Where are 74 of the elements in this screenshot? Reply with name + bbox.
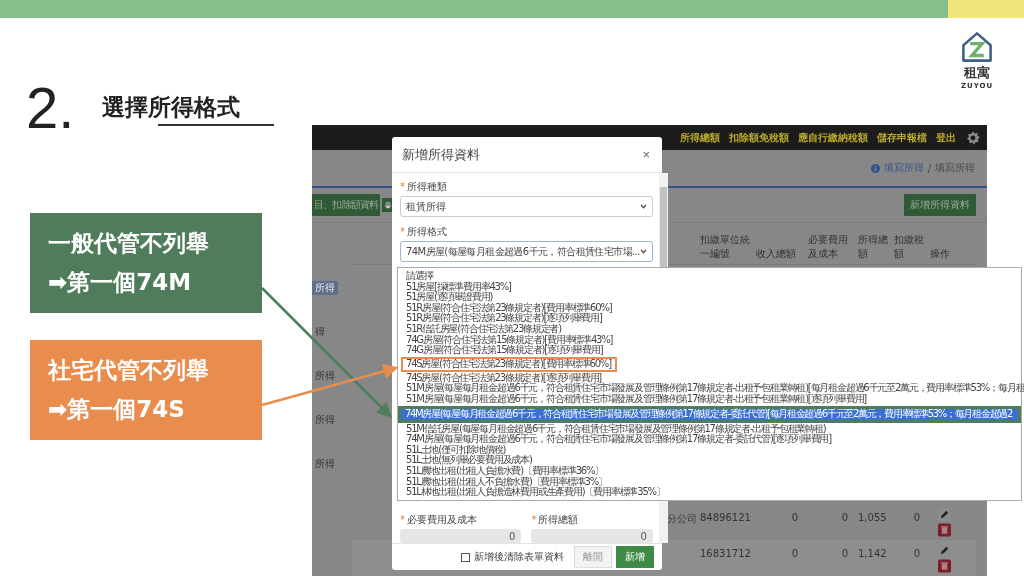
field-label: 所得格式 — [407, 226, 447, 238]
dropdown-option[interactable]: 51L林地出租(出租人負擔造林費用或生產費用)〔費用率標準35%〕 — [398, 487, 665, 498]
dropdown-option[interactable]: 74G房屋(符合住宅法第15條規定者)[逐項列舉費用] — [398, 345, 603, 356]
callout-title: 社宅代管不列舉 — [48, 356, 210, 385]
nav-link[interactable]: 登出 — [936, 130, 956, 145]
settings-icon[interactable] — [965, 129, 981, 146]
table-cell: 0 — [841, 548, 848, 559]
dropdown-option[interactable]: 請選擇 — [398, 271, 433, 282]
dropdown-option[interactable]: 51L農地出租(出租人負擔水費)〔費用率標準36%〕 — [398, 465, 604, 477]
slide-heading: 選擇所得格式 — [102, 93, 240, 122]
house-icon — [960, 30, 994, 64]
add-button[interactable]: 新增 — [616, 546, 654, 568]
dropdown-option[interactable]: 51L土地(無列舉必要費用及成本) — [398, 455, 532, 466]
info-icon — [870, 163, 880, 173]
table-cell: 0 — [791, 512, 798, 523]
dialog-title: 新增所得資料 — [402, 145, 480, 164]
chevron-down-icon — [639, 204, 647, 209]
required-mark: * — [400, 514, 405, 526]
logo-text: 租寓 — [964, 64, 990, 82]
table-cell: 0 — [913, 512, 920, 523]
table-cell: 分公司 — [667, 513, 697, 524]
column-header: 操作 — [930, 247, 951, 261]
dropdown-option[interactable]: 51R信託房屋(符合住宅法第23條規定者) — [398, 323, 561, 335]
dropdown-option[interactable]: 51房屋(逐項舉證費用) — [398, 292, 493, 303]
field-label: 必要費用及成本 — [407, 514, 477, 526]
callout-target: ➡第一個74S — [48, 395, 186, 424]
total-field[interactable]: 0 — [531, 529, 653, 543]
column-header: 所得總額 — [858, 233, 889, 261]
callout-title: 一般代管不列舉 — [48, 229, 210, 258]
checkbox-label: 新增後清除表單資料 — [474, 550, 564, 564]
column-header: 扣繳稅額 — [894, 233, 925, 261]
field-label: 所得種類 — [407, 181, 447, 193]
nav-link[interactable]: 應自行繳納稅額 — [798, 130, 868, 145]
edit-icon[interactable] — [938, 508, 951, 521]
sidebar-item[interactable]: 所得 — [312, 457, 338, 471]
callout-target: ➡第一個74M — [48, 268, 193, 297]
sidebar-item[interactable]: 所得 — [312, 369, 338, 383]
nav-link[interactable]: 儲存申報檔 — [877, 130, 927, 145]
nav-link[interactable]: 所得總額 — [680, 130, 720, 145]
sidebar-item[interactable]: 所得 — [312, 281, 338, 295]
table-cell: 0 — [791, 548, 798, 559]
income-type-select[interactable]: 租賃所得 — [400, 196, 653, 217]
step-number: 2. — [26, 74, 75, 141]
checkbox[interactable] — [461, 552, 470, 562]
chevron-down-icon — [639, 249, 647, 254]
table-cell: 1,055 — [858, 512, 887, 523]
close-button[interactable]: × — [640, 147, 652, 162]
dropdown-option[interactable]: 51R房屋(符合住宅法第23條規定者)[逐項列舉費用] — [398, 313, 602, 324]
edit-icon[interactable] — [938, 544, 951, 557]
table-cell: 84896121 — [700, 512, 751, 523]
table-cell: 0 — [841, 512, 848, 523]
table-cell: 0 — [913, 548, 920, 559]
column-header: 收入總額 — [756, 247, 797, 261]
trash-icon[interactable] — [938, 559, 951, 573]
required-mark: * — [531, 514, 537, 526]
income-format-select[interactable]: 74M房屋(每屋每月租金超過6千元，符合租賃住宅市場... — [400, 241, 653, 262]
sidebar-item[interactable]: 得 — [312, 325, 328, 339]
dropdown-option[interactable]: 51M信託房屋(每屋每月租金超過6千元，符合租賃住宅市場發展及管理條例第17條規定者-出租予包租業轉租) — [398, 423, 826, 435]
dropdown-option[interactable]: 74M房屋(每屋每月租金超過6千元，符合租賃住宅市場發展及管理條例第17條規定者-委託代管)[逐項列舉費用] — [398, 434, 831, 445]
table-cell: 16831712 — [700, 548, 751, 559]
column-header: 必要費用及成本 — [808, 233, 849, 261]
dropdown-option[interactable]: 51M房屋(每屋每月租金超過6千元，符合租賃住宅市場發展及管理條例第17條規定者-出租予包租業轉租)[每月租金超過6千元至2萬元，費用率標準53%；每月租 — [398, 383, 1024, 394]
required-mark: * — [400, 181, 405, 193]
dropdown-option[interactable]: 51M房屋(每屋每月租金超過6千元，符合租賃住宅市場發展及管理條例第17條規定者-出租予包租業轉租)[逐項列舉費用] — [398, 393, 867, 405]
sidebar-item[interactable]: 所得 — [312, 413, 338, 427]
cost-field[interactable]: 0 — [400, 529, 522, 543]
field-label: 所得總額 — [538, 514, 579, 526]
trash-icon[interactable] — [938, 523, 951, 537]
dropdown-option[interactable]: 74M房屋(每屋每月租金超過6千元，符合租賃住宅市場發展及管理條例第17條規定者-委託代管)[每月租金超過6千元至2萬元，費用率標準53%；每月租金超過2 — [398, 405, 1021, 423]
breadcrumb-separator: / — [927, 162, 931, 174]
nav-link[interactable]: 扣除額免稅額 — [729, 130, 789, 145]
dropdown-option[interactable]: 74S房屋(符合住宅法第23條規定者)[費用率標準60%] — [401, 356, 617, 372]
table-cell: 1,142 — [858, 548, 887, 559]
required-mark: * — [400, 226, 405, 238]
